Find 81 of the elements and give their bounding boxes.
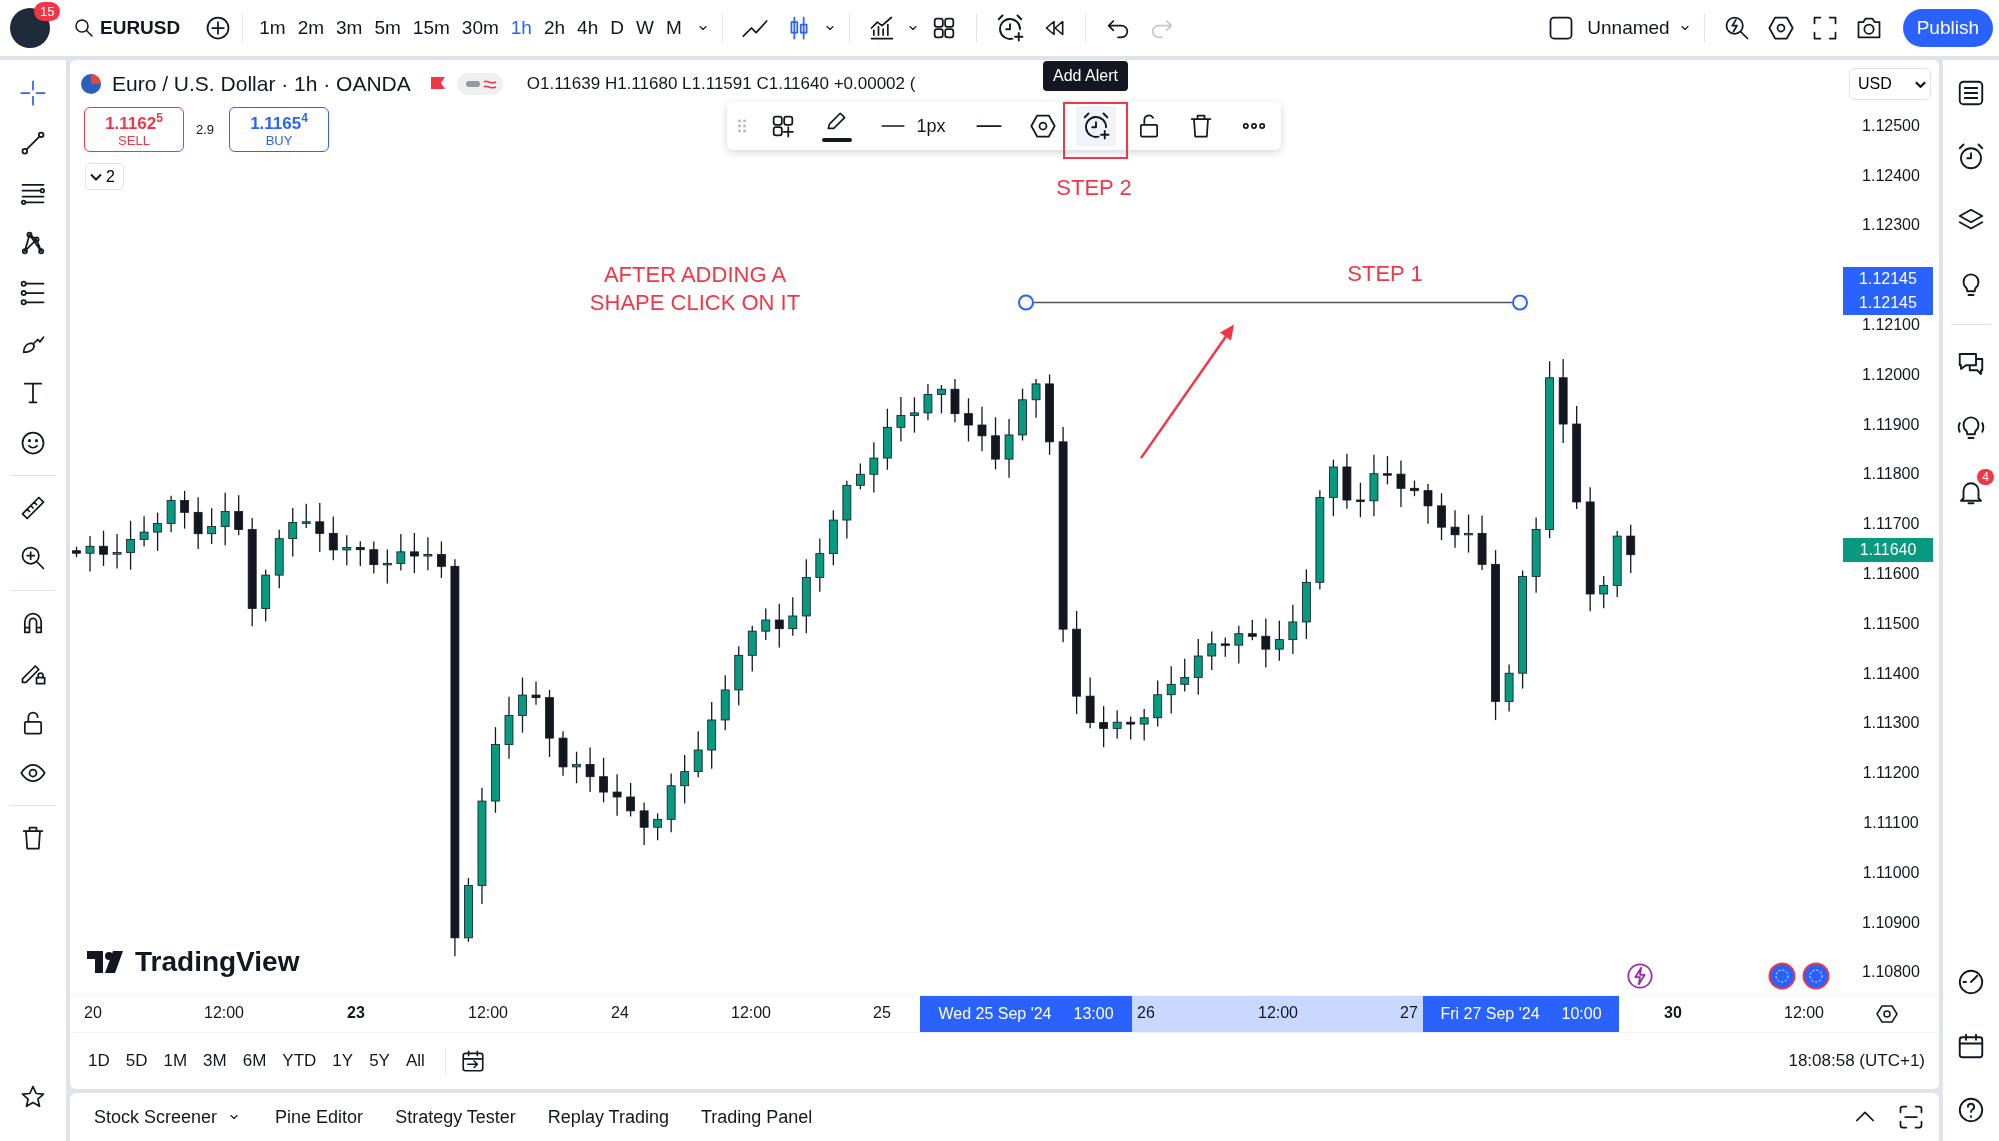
price-tag: 1.12145 [1843, 291, 1933, 315]
interval-tab[interactable]: 2m [291, 13, 331, 43]
interval-tab[interactable]: 15m [406, 13, 456, 43]
time-label: 30 [1664, 1004, 1682, 1022]
panel-tab[interactable]: Pine Editor [275, 1106, 364, 1128]
interval-tab[interactable]: W [629, 13, 660, 43]
time-label: 27 [1400, 1004, 1418, 1022]
time-label: 12:00 [1258, 1004, 1298, 1022]
panel-tab[interactable]: Replay Trading [547, 1106, 669, 1128]
notification-badge: 4 [1977, 469, 1994, 485]
time-label: 12:00 [468, 1004, 508, 1022]
buy-button[interactable]: 1.1165$^{4}$ BUY [229, 107, 329, 152]
time-label: 10:00 [1561, 1005, 1602, 1023]
price-tick: 1.11300 [1862, 714, 1920, 733]
range-button[interactable]: 6M [236, 1047, 273, 1075]
publish-button[interactable]: Publish [1902, 9, 1993, 47]
price-tick: 1.12300 [1862, 216, 1920, 235]
currency-dropdown[interactable]: USD [1849, 68, 1931, 100]
interval-tab[interactable]: 5m [368, 13, 407, 43]
interval-tab[interactable]: D [604, 13, 630, 43]
time-label: 12:00 [1784, 1004, 1824, 1022]
time-label: 12:00 [204, 1004, 244, 1022]
interval-tab[interactable]: 3m [330, 13, 369, 43]
price-tick: 1.11700 [1862, 515, 1920, 534]
last-price-tag: 1.11640 [1843, 538, 1933, 562]
time-label: 25 [873, 1004, 891, 1022]
range-button[interactable]: YTD [276, 1047, 323, 1075]
interval-tab[interactable]: 4h [571, 13, 605, 43]
layout-name[interactable]: Unnamed [1587, 17, 1670, 39]
time-label: 24 [611, 1004, 629, 1022]
date-label: Wed 25 Sep '24 [938, 1005, 1052, 1023]
time-label: 13:00 [1073, 1005, 1114, 1023]
ohlc-values: O1.11639 H1.11680 L1.11591 C1.11640 +0.00002 ( [526, 74, 916, 94]
price-tick: 1.12400 [1862, 166, 1920, 185]
step-label: STEP 1 [1347, 260, 1423, 288]
price-tick: 1.11600 [1862, 565, 1920, 584]
interval-tab[interactable]: 1h [504, 13, 538, 43]
range-button[interactable]: 3M [197, 1047, 233, 1075]
time-label: 23 [347, 1004, 365, 1022]
price-tick: 1.11000 [1862, 863, 1920, 882]
price-tick: 1.10800 [1862, 963, 1920, 982]
range-button[interactable]: 1M [157, 1047, 194, 1075]
price-tick: 1.11800 [1862, 465, 1920, 484]
price-tick: 1.11900 [1862, 415, 1920, 434]
line-width-button[interactable]: 1px [880, 113, 946, 139]
sell-button[interactable]: 1.1162$^{5}$ SELL [84, 107, 184, 152]
panel-tab[interactable]: Trading Panel [700, 1106, 813, 1128]
price-tick: 1.11500 [1862, 614, 1920, 633]
range-button[interactable]: 5D [119, 1047, 154, 1075]
tooltip: Add Alert [1043, 61, 1128, 91]
time-label: 12:00 [731, 1004, 771, 1022]
range-button[interactable]: 1D [82, 1047, 116, 1075]
spread-value: 2.9 [196, 122, 215, 137]
date-label: Fri 27 Sep '24 [1440, 1005, 1540, 1023]
price-tick: 1.11100 [1863, 814, 1919, 833]
symbol-search[interactable]: EURUSD [100, 17, 181, 39]
interval-tab[interactable]: 1m [253, 13, 292, 43]
range-button[interactable]: 1Y [326, 1047, 360, 1075]
range-button[interactable]: 5Y [363, 1047, 396, 1075]
step-label: STEP 2 [1056, 174, 1132, 202]
panel-tab[interactable]: Stock Screener [94, 1106, 244, 1128]
clock[interactable]: 18:08:58 (UTC+1) [1788, 1051, 1925, 1071]
interval-tab[interactable]: M [659, 13, 688, 43]
notification-badge: 15 [34, 2, 61, 21]
time-label: 20 [84, 1004, 102, 1022]
symbol-title[interactable]: Euro / U.S. Dollar · 1h · OANDA [112, 72, 411, 96]
price-tick: 1.12000 [1862, 365, 1920, 384]
indicators-toggle[interactable]: 2 [85, 163, 124, 190]
interval-tab[interactable]: 2h [537, 13, 572, 43]
panel-tab[interactable]: Strategy Tester [395, 1106, 516, 1128]
logo-text: TradingView [135, 946, 300, 978]
instruction-text: AFTER ADDING A SHAPE CLICK ON IT [588, 261, 802, 317]
price-tick: 1.11200 [1862, 764, 1920, 783]
time-label: 26 [1137, 1004, 1155, 1022]
price-tick: 1.10900 [1862, 913, 1920, 932]
price-tick: 1.12100 [1862, 316, 1920, 335]
price-tick: 1.11400 [1862, 664, 1920, 683]
interval-tab[interactable]: 30m [455, 13, 505, 43]
price-tag: 1.12145 [1843, 267, 1933, 291]
price-tick: 1.12500 [1862, 116, 1920, 135]
range-button[interactable]: All [399, 1047, 431, 1075]
